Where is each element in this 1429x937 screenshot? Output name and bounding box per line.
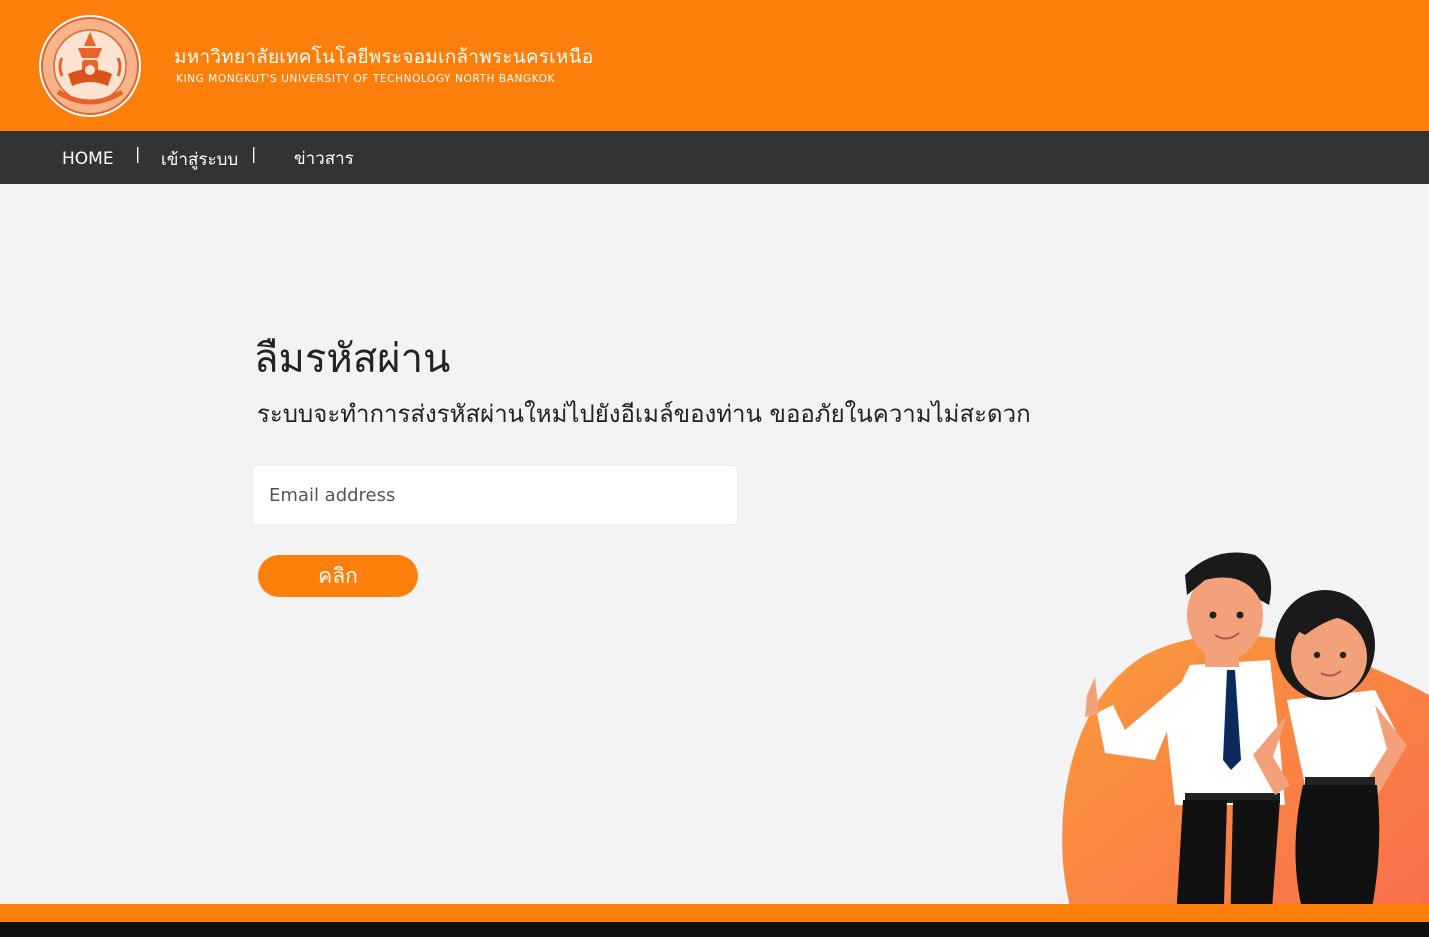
- page-description: ระบบจะทำการส่งรหัสผ่านใหม่ไปยังอีเมล์ของ…: [257, 400, 1031, 428]
- footer-bar: [0, 922, 1429, 937]
- submit-button[interactable]: คลิก: [258, 555, 418, 597]
- university-seal-icon[interactable]: [38, 14, 142, 118]
- page-title: ลืมรหัสผ่าน: [254, 336, 451, 382]
- nav-separator: |: [251, 144, 257, 163]
- university-name-english: KING MONGKUT'S UNIVERSITY OF TECHNOLOGY …: [176, 73, 555, 85]
- university-name-thai: มหาวิทยาลัยเทคโนโลยีพระจอมเกล้าพระนครเหน…: [174, 46, 594, 68]
- students-illustration-icon: [1062, 552, 1429, 937]
- nav-separator: |: [135, 144, 141, 163]
- nav-home-link[interactable]: HOME: [62, 149, 114, 169]
- nav-news-link[interactable]: ข่าวสาร: [294, 145, 354, 172]
- email-input[interactable]: [252, 465, 738, 525]
- nav-login-link[interactable]: เข้าสู่ระบบ: [161, 146, 238, 173]
- footer-accent-bar: [0, 904, 1429, 922]
